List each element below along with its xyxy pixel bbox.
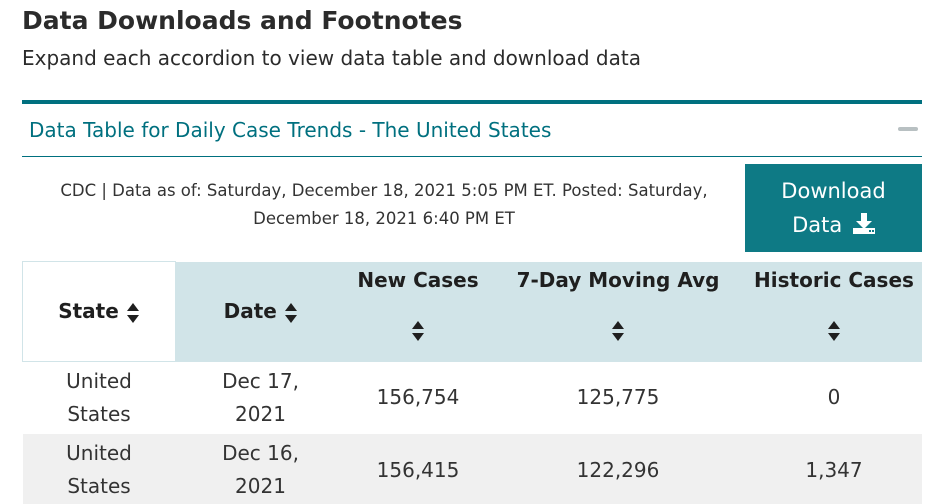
cell-new-cases: 156,415 bbox=[345, 434, 491, 504]
data-table-accordion: Data Table for Daily Case Trends - The U… bbox=[22, 100, 922, 504]
case-trends-table: State Date New Cases 7-Day Moving Avg Hi… bbox=[22, 261, 922, 504]
table-row: United States Dec 16, 2021 156,415 122,2… bbox=[22, 434, 922, 504]
cell-moving-avg: 125,775 bbox=[576, 385, 660, 410]
download-button-label-1: Download bbox=[781, 179, 886, 203]
cell-date-line: Dec 17, bbox=[222, 368, 299, 393]
accordion-title[interactable]: Data Table for Daily Case Trends - The U… bbox=[22, 118, 551, 142]
column-header-new-cases[interactable]: New Cases bbox=[345, 261, 491, 362]
sort-icon bbox=[284, 302, 297, 323]
cell-date: Dec 17, 2021 bbox=[176, 362, 346, 435]
table-header-row: State Date New Cases 7-Day Moving Avg Hi… bbox=[22, 261, 922, 362]
column-header-state[interactable]: State bbox=[22, 261, 176, 362]
accordion-header[interactable]: Data Table for Daily Case Trends - The U… bbox=[22, 104, 922, 157]
column-header-date[interactable]: Date bbox=[175, 261, 346, 362]
sort-icon bbox=[828, 320, 840, 341]
sort-icon bbox=[126, 302, 139, 323]
download-data-button[interactable]: Download Data bbox=[745, 164, 922, 252]
column-header-label: New Cases bbox=[357, 267, 479, 292]
cell-state-line: States bbox=[67, 402, 131, 426]
cell-state: United States bbox=[23, 362, 176, 435]
cell-moving-avg: 122,296 bbox=[490, 434, 746, 504]
table-row: United States Dec 17, 2021 156,754 125,7… bbox=[23, 362, 923, 435]
column-header-historic-cases[interactable]: Historic Cases bbox=[745, 261, 922, 362]
page-title: Data Downloads and Footnotes bbox=[22, 6, 463, 35]
sort-icon bbox=[412, 320, 424, 341]
column-header-label: Date bbox=[223, 299, 277, 324]
data-timestamp: CDC | Data as of: Saturday, December 18,… bbox=[22, 177, 746, 233]
column-header-label: 7-Day Moving Avg bbox=[516, 267, 720, 292]
download-button-label-2: Data bbox=[792, 213, 843, 237]
cell-date: Dec 16, 2021 bbox=[175, 434, 346, 504]
page-subtitle: Expand each accordion to view data table… bbox=[22, 46, 641, 70]
data-meta-row: CDC | Data as of: Saturday, December 18,… bbox=[22, 164, 922, 260]
cell-state-line: United bbox=[66, 441, 132, 465]
column-header-label: Historic Cases bbox=[754, 267, 914, 292]
column-header-moving-avg[interactable]: 7-Day Moving Avg bbox=[490, 261, 746, 362]
data-timestamp-line-2: December 18, 2021 6:40 PM ET bbox=[253, 209, 515, 228]
cell-state-line: United bbox=[66, 369, 132, 393]
cell-new-cases: 156,754 bbox=[376, 385, 460, 410]
cell-date-line: 2021 bbox=[235, 474, 286, 498]
cell-historic-cases: 1,347 bbox=[745, 434, 922, 504]
data-timestamp-line-1: CDC | Data as of: Saturday, December 18,… bbox=[60, 181, 708, 200]
cell-date-line: 2021 bbox=[235, 401, 286, 426]
sort-icon bbox=[612, 320, 624, 341]
download-icon bbox=[852, 213, 875, 234]
cell-state-line: States bbox=[67, 474, 131, 498]
column-header-label: State bbox=[58, 299, 119, 324]
cell-historic-cases: 0 bbox=[827, 385, 841, 410]
minus-icon[interactable] bbox=[898, 127, 918, 131]
cell-state: United States bbox=[22, 434, 176, 504]
cell-date-line: Dec 16, bbox=[222, 441, 299, 465]
